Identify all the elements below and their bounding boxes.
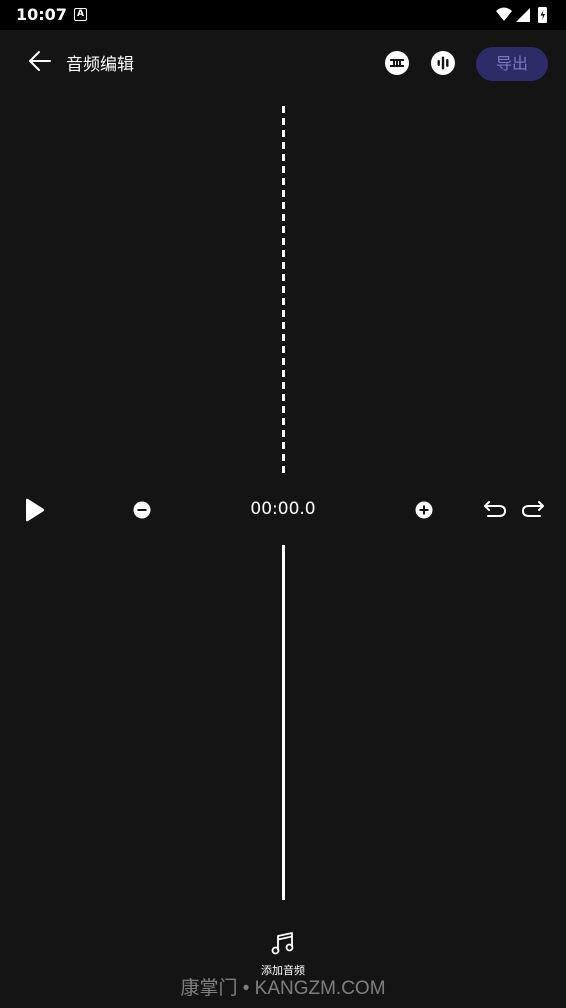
- undo-button[interactable]: [482, 498, 508, 520]
- redo-button[interactable]: [520, 498, 546, 520]
- audio-wave-icon: [431, 51, 455, 75]
- audio-wave-button[interactable]: [430, 50, 456, 76]
- status-bar: 10:07 A: [0, 0, 566, 30]
- watermark: 康掌门 • KANGZM.COM: [180, 978, 386, 999]
- subtitle-button[interactable]: [384, 50, 410, 76]
- redo-icon: [522, 501, 544, 517]
- zoom-out-button[interactable]: [132, 500, 152, 520]
- play-icon: [26, 498, 44, 522]
- status-icons: [496, 7, 547, 23]
- header: 音频编辑 导出: [0, 30, 566, 94]
- playhead-solid-line: [282, 545, 285, 900]
- zoom-out-icon: [133, 501, 151, 519]
- back-button[interactable]: [24, 46, 58, 76]
- time-display: 00:00.0: [250, 499, 316, 519]
- playhead-dashed-line: [282, 106, 285, 474]
- play-button[interactable]: [22, 497, 46, 523]
- back-arrow-icon: [29, 51, 51, 71]
- export-button[interactable]: 导出: [476, 47, 548, 81]
- subtitle-icon: [385, 51, 409, 75]
- music-note-icon: [271, 932, 294, 955]
- wifi-icon: [496, 7, 512, 21]
- notification-badge-icon: A: [74, 8, 87, 21]
- zoom-in-icon: [415, 501, 433, 519]
- signal-icon: [516, 8, 530, 22]
- zoom-in-button[interactable]: [414, 500, 434, 520]
- undo-icon: [484, 501, 506, 517]
- status-time: 10:07: [16, 5, 67, 24]
- playback-controls: 00:00.0: [0, 490, 566, 530]
- page-title: 音频编辑: [66, 55, 134, 75]
